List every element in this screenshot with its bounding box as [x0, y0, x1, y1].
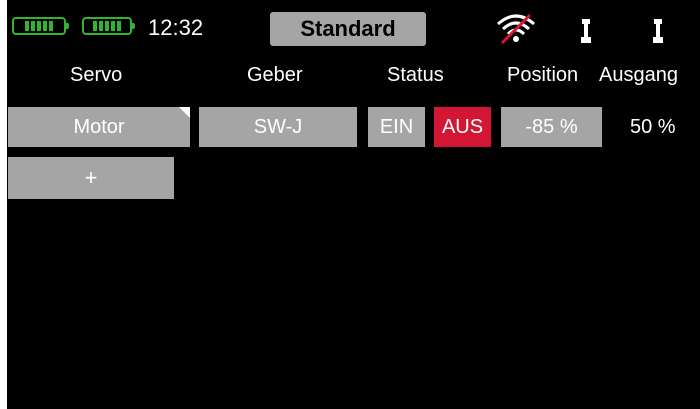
menu-corner-icon — [179, 107, 190, 118]
position-value: -85 % — [525, 115, 578, 138]
battery-icon-transmitter — [12, 17, 69, 35]
status-on-button[interactable]: EIN — [368, 107, 425, 147]
geber-label: SW-J — [253, 115, 303, 138]
frame-edge — [0, 0, 7, 409]
geber-select-button[interactable]: SW-J — [199, 107, 357, 147]
header-servo: Servo — [70, 64, 123, 86]
battery-icon-receiver — [82, 17, 135, 35]
screen: 12:32 Standard Servo Geber Status Positi… — [0, 0, 700, 409]
status-off-label: AUS — [441, 115, 484, 138]
status-on-label: EIN — [379, 115, 414, 138]
output-value: 50 % — [630, 115, 676, 138]
header-ausgang: Ausgang — [599, 64, 678, 86]
clock: 12:32 — [148, 15, 204, 40]
status-off-button[interactable]: AUS — [434, 107, 491, 147]
servo-label: Motor — [73, 115, 125, 138]
position-value-button[interactable]: -85 % — [501, 107, 602, 147]
model-profile-button[interactable]: Standard — [270, 12, 426, 46]
add-servo-button[interactable]: + — [8, 157, 174, 199]
header-position: Position — [507, 64, 579, 86]
antenna-icon — [581, 19, 591, 43]
signal-off-icon — [497, 13, 535, 45]
antenna-icon — [653, 19, 663, 43]
servo-select-button[interactable]: Motor — [8, 107, 190, 147]
header-geber: Geber — [247, 64, 303, 86]
header-status: Status — [387, 64, 444, 86]
